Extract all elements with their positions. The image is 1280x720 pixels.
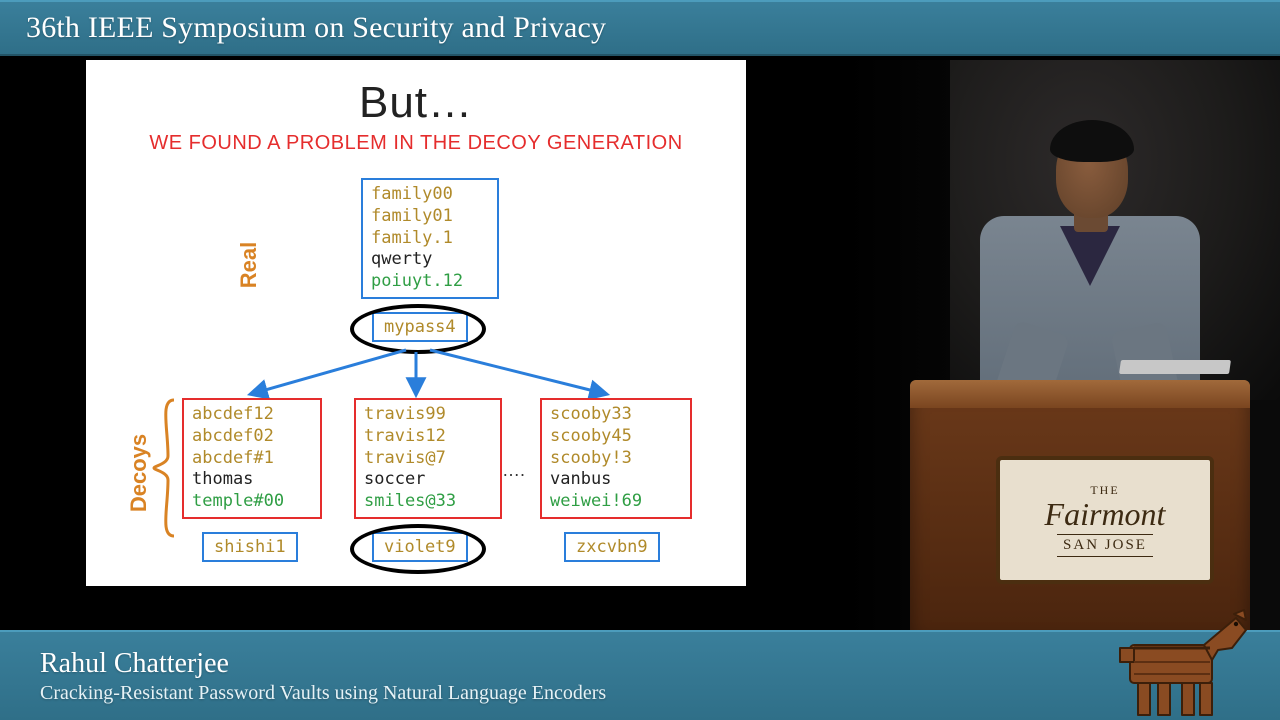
- label-decoys: Decoys: [126, 434, 152, 512]
- venue-sign: THE Fairmont SAN JOSE: [996, 456, 1214, 584]
- venue-name: Fairmont: [1045, 498, 1166, 530]
- stage: But… WE FOUND A PROBLEM IN THE DECOY GEN…: [0, 60, 1280, 630]
- password-entry: abcdef02: [192, 426, 312, 448]
- password-entry: abcdef#1: [192, 448, 312, 470]
- header-bar: 36th IEEE Symposium on Security and Priv…: [0, 0, 1280, 56]
- password-entry: weiwei!69: [550, 491, 682, 513]
- password-entry: family.1: [371, 228, 489, 250]
- trojan-horse-icon: [1100, 590, 1250, 720]
- venue-city: SAN JOSE: [1057, 534, 1153, 557]
- slide-subtitle: WE FOUND A PROBLEM IN THE DECOY GENERATI…: [86, 132, 746, 155]
- slide: But… WE FOUND A PROBLEM IN THE DECOY GEN…: [86, 60, 746, 586]
- password-entry: temple#00: [192, 491, 312, 513]
- password-entry: poiuyt.12: [371, 271, 489, 293]
- password-entry: travis99: [364, 404, 492, 426]
- password-entry: family01: [371, 206, 489, 228]
- decoy-master-2: violet9: [372, 532, 468, 562]
- real-password-box: family00family01family.1qwertypoiuyt.12: [361, 178, 499, 299]
- password-entry: scooby45: [550, 426, 682, 448]
- talk-title: Cracking-Resistant Password Vaults using…: [40, 682, 1280, 705]
- password-entry: vanbus: [550, 469, 682, 491]
- camera-feed: THE Fairmont SAN JOSE: [844, 60, 1280, 630]
- password-entry: scooby!3: [550, 448, 682, 470]
- real-master-password: mypass4: [372, 312, 468, 342]
- password-entry: family00: [371, 184, 489, 206]
- password-entry: smiles@33: [364, 491, 492, 513]
- decoy-master-3: zxcvbn9: [564, 532, 660, 562]
- password-entry: abcdef12: [192, 404, 312, 426]
- password-entry: soccer: [364, 469, 492, 491]
- label-real: Real: [236, 242, 262, 288]
- header-title: 36th IEEE Symposium on Security and Priv…: [26, 11, 606, 45]
- video-frame: 36th IEEE Symposium on Security and Priv…: [0, 0, 1280, 720]
- password-entry: scooby33: [550, 404, 682, 426]
- decoy-password-box-1: abcdef12abcdef02abcdef#1thomastemple#00: [182, 398, 322, 519]
- footer-bar: Rahul Chatterjee Cracking-Resistant Pass…: [0, 630, 1280, 720]
- brace-icon: [150, 398, 180, 538]
- password-entry: thomas: [192, 469, 312, 491]
- laptop: [1119, 360, 1231, 374]
- password-entry: travis12: [364, 426, 492, 448]
- decoy-password-box-3: scooby33scooby45scooby!3vanbusweiwei!69: [540, 398, 692, 519]
- decoy-master-1: shishi1: [202, 532, 298, 562]
- speaker-name: Rahul Chatterjee: [40, 647, 1280, 681]
- decoy-password-box-2: travis99travis12travis@7soccersmiles@33: [354, 398, 502, 519]
- password-entry: qwerty: [371, 249, 489, 271]
- slide-title: But…: [86, 78, 746, 128]
- ellipsis: ….: [502, 460, 525, 481]
- password-entry: travis@7: [364, 448, 492, 470]
